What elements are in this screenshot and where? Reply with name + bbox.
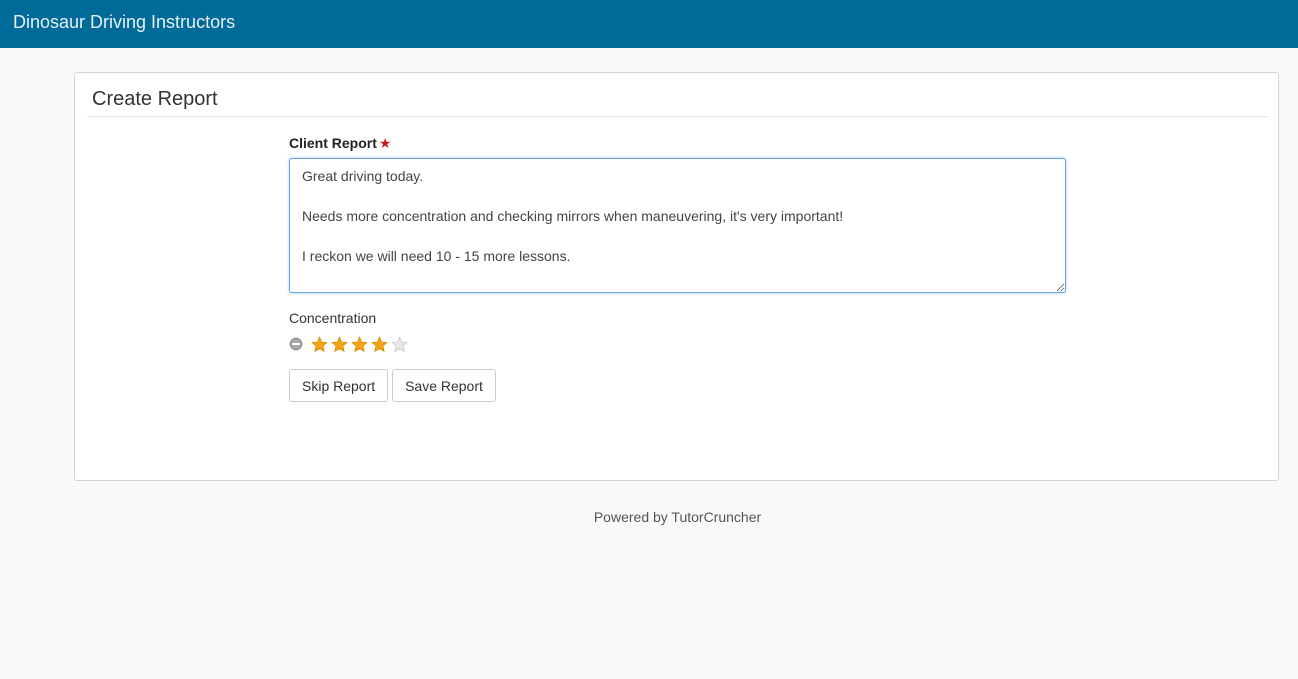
create-report-panel: Create Report Client Report★ Concentrati… [74,72,1279,481]
panel-divider [87,116,1268,117]
top-navbar: Dinosaur Driving Instructors [0,0,1298,48]
panel-title: Create Report [92,88,218,110]
star-empty-icon[interactable] [391,336,408,353]
concentration-rating[interactable] [289,335,411,353]
client-report-label: Client Report ★ [289,135,391,152]
skip-report-button[interactable]: Skip Report [289,369,388,402]
client-report-textarea[interactable] [289,158,1066,293]
footer-powered-by: Powered by TutorCruncher [593,509,762,525]
star-filled-icon[interactable] [351,336,368,353]
star-filled-icon[interactable] [371,336,388,353]
concentration-label: Concentration [289,310,377,326]
star-filled-icon[interactable] [311,336,328,353]
star-filled-icon[interactable] [331,336,348,353]
clear-rating-icon[interactable] [289,337,303,351]
required-star-icon: ★ [378,135,392,151]
save-report-button[interactable]: Save Report [392,369,496,402]
star-rating[interactable] [311,336,411,353]
client-report-label-text: Client Report [289,135,377,151]
brand-title[interactable]: Dinosaur Driving Instructors [13,11,235,33]
